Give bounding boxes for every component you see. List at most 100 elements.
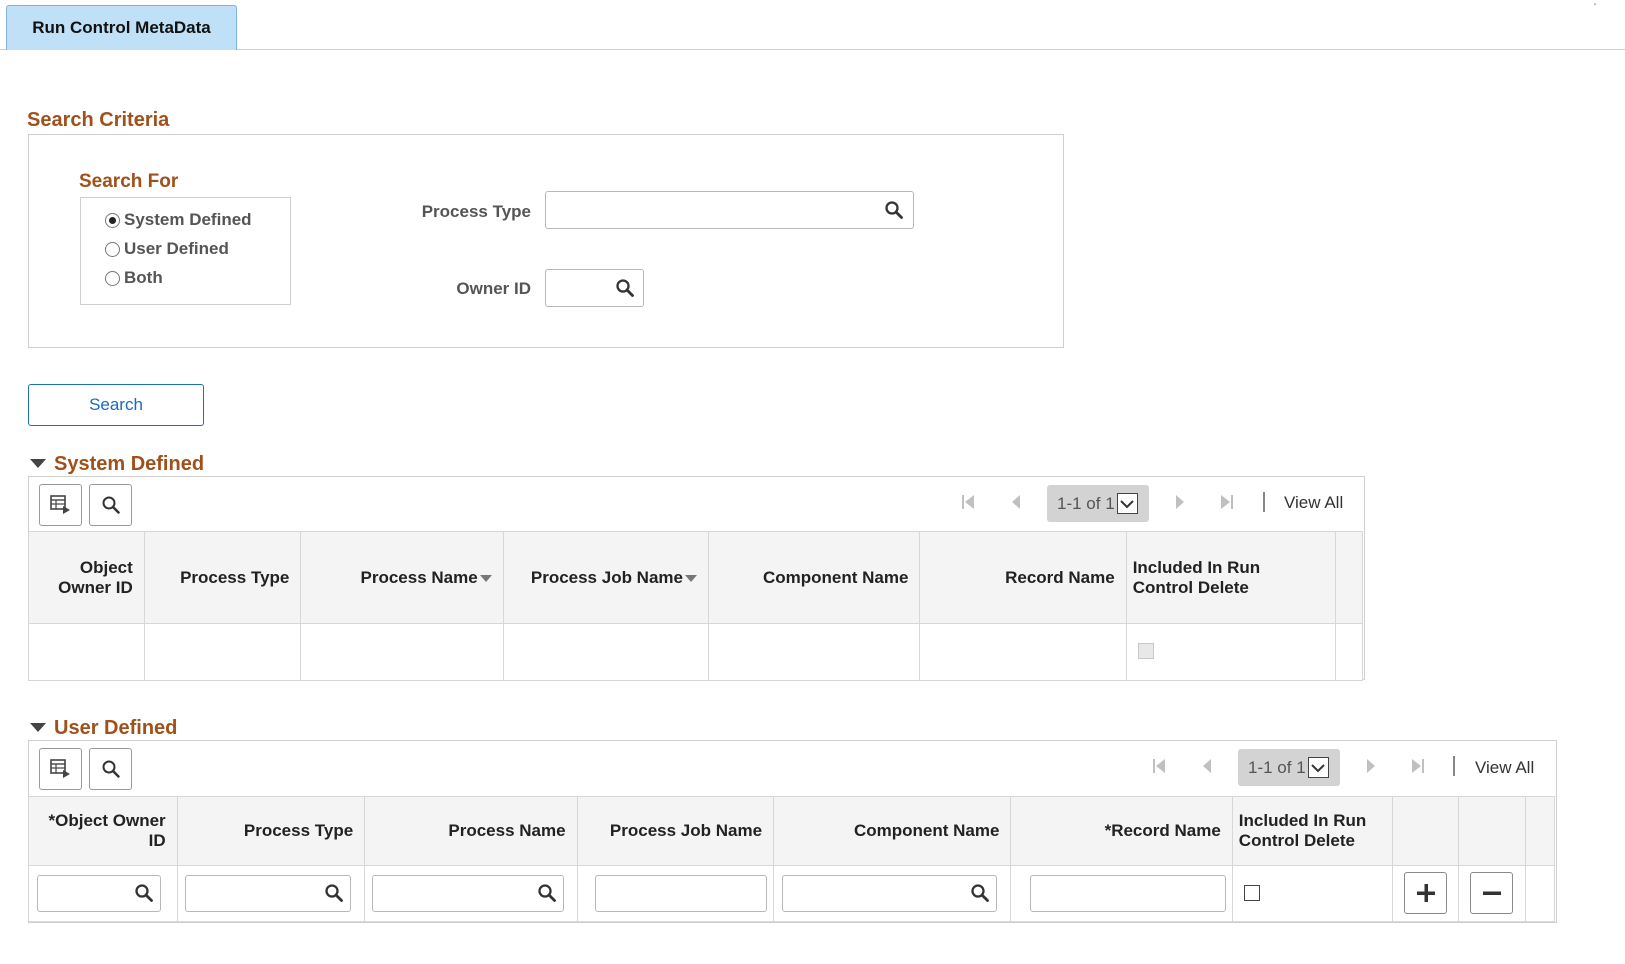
radio-user-defined[interactable]: User Defined [105, 239, 229, 259]
cell [176, 865, 366, 922]
previous-page-icon[interactable] [1201, 757, 1213, 775]
col-header[interactable]: Component Name [707, 531, 921, 624]
search-icon [102, 496, 120, 514]
last-page-icon[interactable] [1410, 757, 1426, 775]
col-header[interactable]: Object Owner ID [28, 531, 145, 624]
next-page-icon[interactable] [1365, 757, 1377, 775]
next-page-icon[interactable] [1174, 493, 1186, 511]
cell [919, 623, 1127, 681]
process-name-cell-input[interactable] [372, 875, 565, 912]
pager-dropdown[interactable]: 1-1 of 1 [1047, 485, 1149, 522]
menu-dot: . [1593, 0, 1597, 8]
last-page-icon[interactable] [1219, 493, 1235, 511]
cell [28, 865, 178, 922]
search-icon[interactable] [134, 883, 154, 903]
divider [1453, 756, 1455, 776]
previous-page-icon[interactable] [1010, 493, 1022, 511]
col-header[interactable]: Process Job Name [576, 796, 775, 866]
search-icon[interactable] [970, 883, 990, 903]
tab-bar: Run Control MetaData [0, 0, 1625, 50]
search-criteria-title: Search Criteria [27, 109, 170, 131]
col-header-label: Process Name [360, 567, 478, 587]
radio-label: Both [124, 268, 163, 287]
col-header[interactable]: Process Type [176, 796, 366, 866]
pager-text: 1-1 of 1 [1057, 493, 1115, 513]
sort-icon [479, 574, 492, 582]
tab-run-control-metadata[interactable]: Run Control MetaData [6, 5, 237, 50]
col-header[interactable]: Included In Run Control Delete [1125, 531, 1336, 624]
cell [1458, 865, 1526, 922]
grid-search-button[interactable] [89, 748, 132, 790]
table-row [28, 623, 1364, 681]
radio-both[interactable]: Both [105, 268, 163, 288]
chevron-down-icon[interactable] [1307, 757, 1329, 778]
collapse-triangle-icon[interactable] [30, 723, 46, 732]
included-checkbox[interactable] [1243, 885, 1260, 901]
col-header[interactable]: Process Name [364, 796, 578, 866]
col-header[interactable]: Included In Run Control Delete [1231, 796, 1394, 866]
process-type-cell-input[interactable] [184, 875, 351, 912]
pager-dropdown[interactable]: 1-1 of 1 [1238, 749, 1340, 786]
search-icon[interactable] [884, 200, 904, 220]
cell [143, 623, 302, 681]
first-page-icon[interactable] [960, 493, 976, 511]
grid-personalize-icon[interactable] [39, 748, 82, 790]
collapse-triangle-icon[interactable] [30, 459, 46, 468]
add-row-button[interactable] [1404, 872, 1448, 914]
delete-row-button[interactable] [1470, 872, 1514, 914]
object-owner-id-input[interactable] [37, 875, 161, 912]
col-header[interactable]: Component Name [773, 796, 1012, 866]
radio-system-defined[interactable]: System Defined [105, 210, 252, 230]
cell [28, 623, 145, 681]
chevron-down-icon[interactable] [1116, 493, 1138, 514]
owner-id-input[interactable] [545, 269, 644, 307]
cell [707, 623, 921, 681]
search-criteria-box: Search For System Defined User Defined B… [28, 134, 1064, 348]
col-header[interactable]: *Object Owner ID [28, 796, 178, 866]
radio-button[interactable] [105, 241, 120, 257]
system-defined-title[interactable]: System Defined [54, 453, 204, 476]
cell [1525, 865, 1555, 922]
radio-button[interactable] [105, 212, 120, 228]
search-for-title: Search For [79, 171, 179, 192]
search-icon[interactable] [324, 883, 344, 903]
col-header[interactable]: Process Name [300, 531, 504, 624]
col-header[interactable]: Process Type [143, 531, 302, 624]
col-header[interactable]: *Record Name [1010, 796, 1233, 866]
cell [1010, 865, 1233, 922]
col-header-spacer [1334, 531, 1364, 624]
search-button[interactable]: Search [28, 384, 204, 426]
radio-button[interactable] [105, 270, 120, 286]
included-checkbox-disabled [1137, 643, 1154, 659]
plus-icon [1416, 884, 1435, 902]
user-defined-table: *Object Owner ID Process Type Process Na… [28, 796, 1555, 922]
record-name-cell-input[interactable] [1030, 875, 1227, 912]
sort-icon [685, 574, 697, 582]
grid-personalize-icon[interactable] [39, 484, 82, 526]
first-page-icon[interactable] [1151, 757, 1167, 775]
cell [576, 865, 775, 922]
col-header[interactable]: Record Name [919, 531, 1127, 624]
search-icon[interactable] [615, 278, 635, 298]
process-type-input[interactable] [545, 191, 914, 229]
cell [1334, 623, 1364, 681]
col-header-label: Process Job Name [530, 567, 683, 587]
owner-id-label: Owner ID [456, 279, 531, 298]
grid-search-button[interactable] [89, 484, 132, 526]
component-name-cell-input[interactable] [782, 875, 998, 912]
table-row [28, 865, 1555, 922]
cell [773, 865, 1012, 922]
search-icon[interactable] [537, 883, 557, 903]
user-defined-grid: 1-1 of 1 View All *Object Owner ID Proce… [28, 740, 1557, 923]
user-defined-title[interactable]: User Defined [54, 717, 177, 740]
cell [1392, 865, 1460, 922]
cell [502, 623, 710, 681]
view-all-link[interactable]: View All [1284, 493, 1343, 513]
system-defined-table: Object Owner ID Process Type Process Nam… [28, 531, 1364, 681]
divider [1263, 492, 1265, 512]
process-job-name-cell-input[interactable] [594, 875, 767, 912]
view-all-link[interactable]: View All [1475, 758, 1534, 778]
radio-label: System Defined [124, 210, 252, 229]
col-header[interactable]: Process Job Name [502, 531, 710, 624]
search-for-group: System Defined User Defined Both [80, 197, 291, 305]
